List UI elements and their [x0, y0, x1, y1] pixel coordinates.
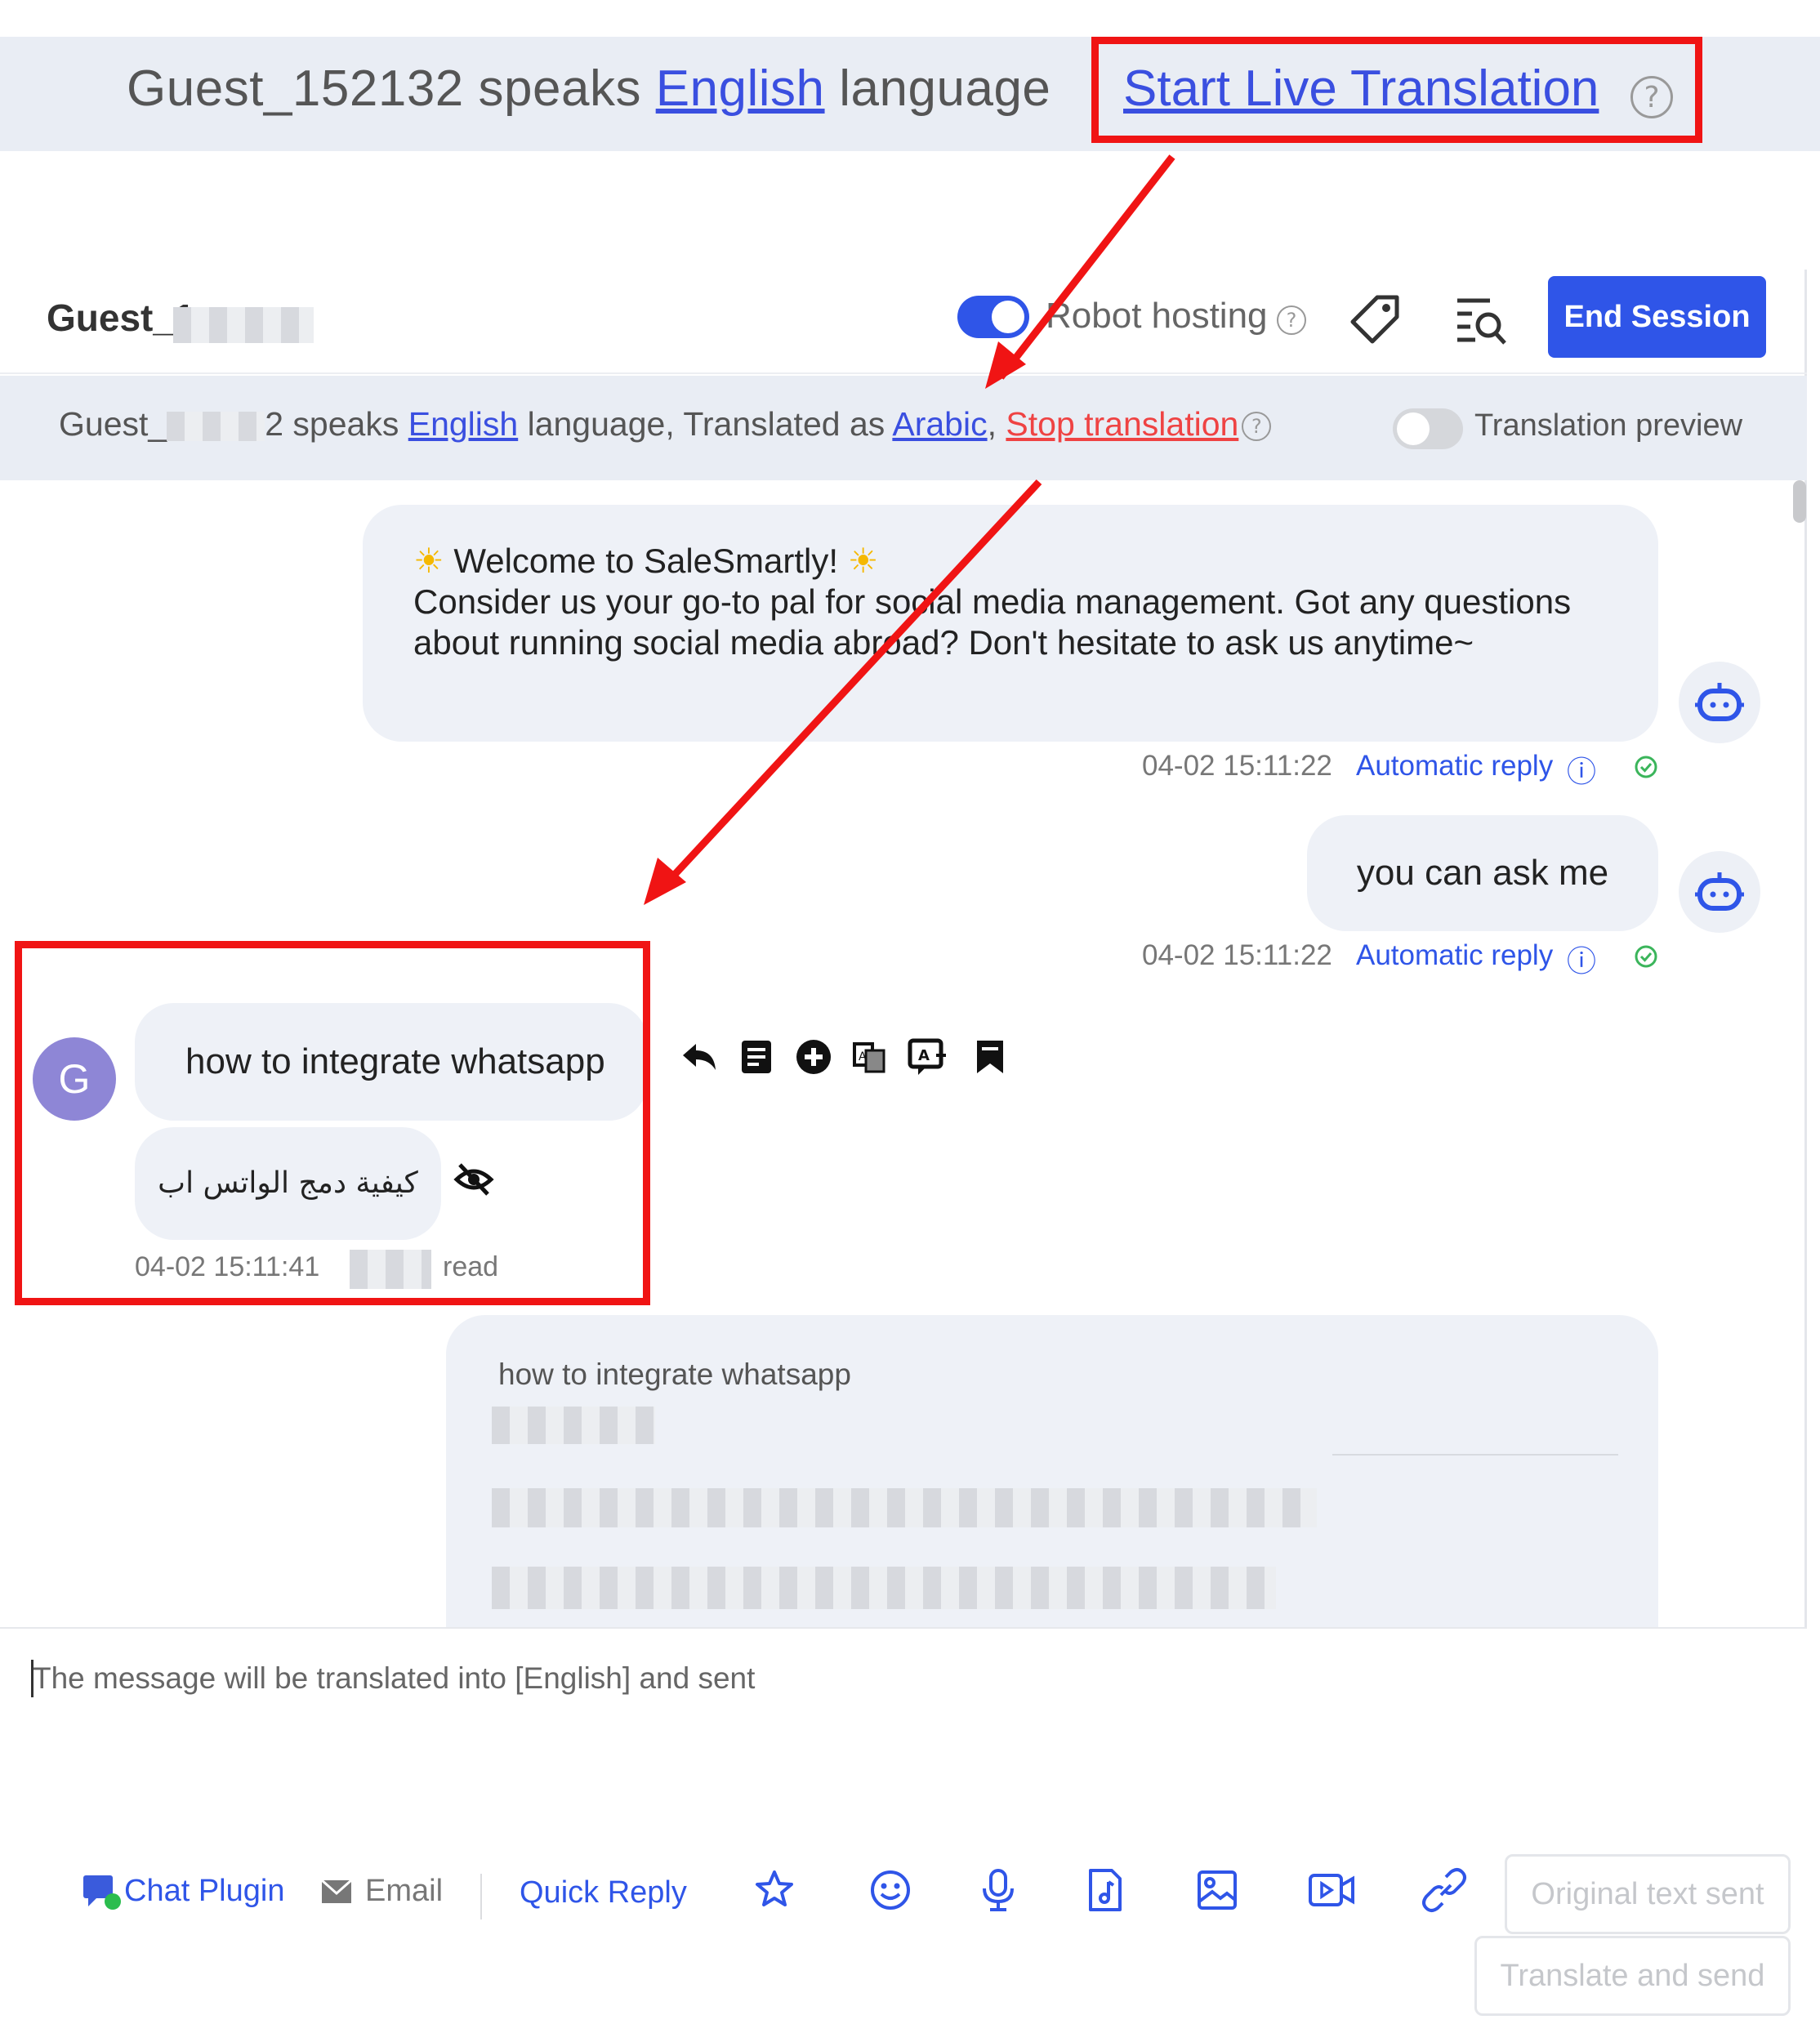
- svg-text:A: A: [859, 1050, 867, 1063]
- guest-prefix: Guest_: [59, 405, 167, 443]
- favorite-star-icon[interactable]: [752, 1867, 797, 1913]
- target-language-link[interactable]: Arabic: [892, 405, 987, 443]
- attachment-link-icon[interactable]: [1421, 1867, 1467, 1913]
- info-icon[interactable]: ⓘ: [1567, 938, 1596, 980]
- robot-hosting-toggle[interactable]: [957, 296, 1029, 338]
- welcome-body: Consider us your go-to pal for social me…: [413, 582, 1572, 662]
- source-language-link[interactable]: English: [408, 405, 518, 443]
- translation-preview-label: Translation preview: [1474, 408, 1743, 443]
- reply-icon[interactable]: [680, 1037, 719, 1081]
- automatic-reply-tag: Automatic reply: [1356, 750, 1554, 782]
- chat-plugin-icon[interactable]: [82, 1874, 123, 1911]
- speaks-text: speaks: [283, 405, 408, 443]
- search-records-icon[interactable]: [1454, 294, 1508, 348]
- robot-avatar: [1679, 662, 1760, 743]
- delivered-check-icon: [1635, 945, 1657, 968]
- toolbar-divider: [480, 1874, 482, 1919]
- svg-text:A: A: [918, 1047, 930, 1064]
- chat-header: Guest_1 Robot hosting ? End Session: [0, 270, 1807, 374]
- ask-message-bubble: you can ask me: [1307, 815, 1658, 931]
- robot-avatar: [1679, 851, 1760, 933]
- welcome-heading: ☀ Welcome to SaleSmartly! ☀: [413, 541, 1608, 582]
- microphone-icon[interactable]: [975, 1867, 1021, 1913]
- redacted-card-line: [492, 1488, 1317, 1527]
- annotation-highlight-box: [15, 941, 650, 1305]
- stop-translation-help-icon[interactable]: ?: [1242, 412, 1272, 442]
- quote-message-icon[interactable]: A: [907, 1037, 948, 1081]
- end-session-button[interactable]: End Session: [1548, 276, 1766, 358]
- email-tab[interactable]: Email: [365, 1874, 443, 1909]
- comma: ,: [987, 405, 997, 443]
- banner-prefix: Guest_152132 speaks: [127, 60, 656, 117]
- message-composer[interactable]: The message will be translated into [Eng…: [0, 1627, 1807, 2034]
- banner-suffix: language: [824, 60, 1051, 117]
- translation-preview-toggle[interactable]: [1393, 408, 1463, 449]
- sun-icon: ☀: [847, 542, 879, 580]
- card-divider: [1332, 1454, 1618, 1456]
- annotation-highlight-box: [1091, 37, 1702, 143]
- image-icon[interactable]: [1194, 1867, 1240, 1913]
- translate-and-send-button[interactable]: Translate and send: [1474, 1936, 1791, 2016]
- robot-hosting-label: Robot hosting: [1046, 296, 1268, 336]
- original-text-sent-button[interactable]: Original text sent: [1505, 1854, 1791, 1934]
- card-title: how to integrate whatsapp: [498, 1358, 851, 1391]
- banner-text: Guest_152132 speaks English language: [127, 60, 1051, 118]
- note-icon[interactable]: [737, 1037, 776, 1081]
- redacted-card-line: [492, 1567, 1276, 1609]
- composer-placeholder: The message will be translated into [Eng…: [33, 1661, 756, 1695]
- scrollbar[interactable]: [1793, 480, 1806, 523]
- quick-reply-button[interactable]: Quick Reply: [520, 1875, 687, 1910]
- message-timestamp: 04-02 15:11:22: [1142, 750, 1332, 782]
- automatic-reply-tag: Automatic reply: [1356, 939, 1554, 971]
- welcome-title: Welcome to SaleSmartly!: [453, 542, 839, 580]
- emoji-icon[interactable]: [868, 1867, 913, 1913]
- info-icon[interactable]: ⓘ: [1567, 748, 1596, 791]
- stop-translation-link[interactable]: Stop translation: [1006, 405, 1238, 443]
- sun-icon: ☀: [413, 542, 444, 580]
- guest-tail: 2: [265, 405, 284, 443]
- chat-plugin-tab[interactable]: Chat Plugin: [124, 1874, 284, 1909]
- translation-status-text: Guest_ 2 speaks English language, Transla…: [59, 405, 1272, 444]
- knowledge-card-bubble: how to integrate whatsapp: [446, 1315, 1658, 1638]
- message-timestamp: 04-02 15:11:22: [1142, 939, 1332, 971]
- audio-file-icon[interactable]: [1082, 1867, 1128, 1913]
- welcome-message-bubble: ☀ Welcome to SaleSmartly! ☀ Consider us …: [363, 505, 1658, 742]
- translated-as-text: language, Translated as: [518, 405, 893, 443]
- translation-status-bar: Guest_ 2 speaks English language, Transla…: [0, 376, 1807, 480]
- robot-hosting-help-icon[interactable]: ?: [1277, 305, 1306, 335]
- robot-icon: [1695, 872, 1744, 911]
- bookmark-icon[interactable]: [974, 1037, 1006, 1081]
- translate-icon[interactable]: A: [851, 1037, 887, 1081]
- redacted-name: [173, 307, 314, 343]
- tag-icon[interactable]: [1348, 292, 1402, 346]
- delivered-check-icon: [1635, 756, 1657, 778]
- redacted-id: [167, 412, 265, 442]
- add-circle-icon[interactable]: [794, 1037, 833, 1081]
- language-link[interactable]: English: [656, 60, 825, 117]
- email-icon[interactable]: [320, 1879, 353, 1905]
- video-icon[interactable]: [1307, 1867, 1356, 1913]
- redacted-card-subtitle: [492, 1407, 655, 1444]
- robot-icon: [1695, 683, 1744, 721]
